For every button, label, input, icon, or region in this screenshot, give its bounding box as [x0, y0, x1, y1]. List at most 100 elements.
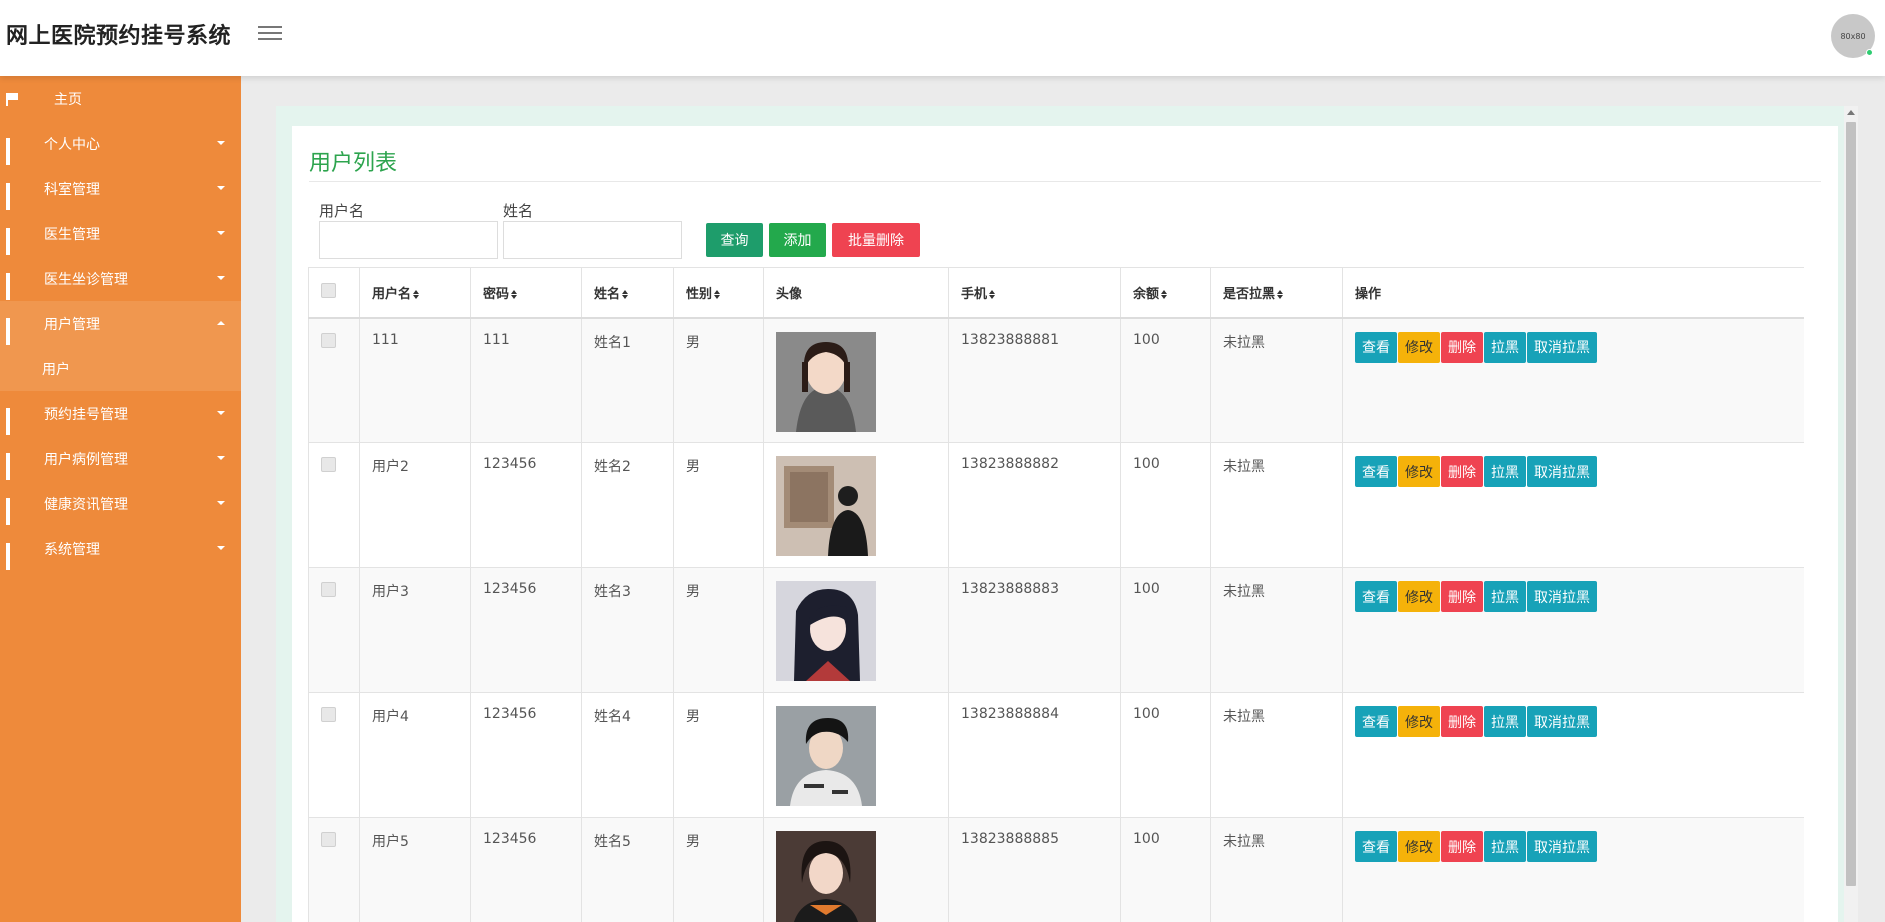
unblacklist-button[interactable]: 取消拉黑 — [1527, 706, 1597, 737]
cell-blacklisted: 未拉黑 — [1210, 567, 1343, 693]
row-checkbox[interactable] — [321, 332, 336, 348]
col-header-username[interactable]: 用户名 — [359, 267, 471, 319]
sidebar-item-department[interactable]: 科室管理 — [0, 166, 241, 211]
delete-button[interactable]: 删除 — [1441, 706, 1483, 737]
user-avatar[interactable]: 80x80 — [1831, 14, 1875, 58]
username-filter-label: 用户名 — [319, 202, 365, 220]
sort-icon — [511, 289, 518, 299]
cell-avatar — [763, 692, 949, 818]
sidebar: 主页 个人中心 科室管理 医生管理 医生坐诊管理 用户管理 用户 预约挂号管理 … — [0, 76, 241, 922]
action-group: 查看 修改 删除 拉黑 取消拉黑 — [1355, 331, 1804, 363]
cell-username: 用户3 — [359, 567, 471, 693]
sort-icon — [714, 289, 721, 299]
batch-delete-button[interactable]: 批量删除 — [832, 223, 920, 257]
flag-icon — [6, 92, 20, 106]
blacklist-button[interactable]: 拉黑 — [1484, 706, 1526, 737]
view-button[interactable]: 查看 — [1355, 581, 1397, 612]
col-header-name[interactable]: 姓名 — [581, 267, 674, 319]
sidebar-item-label: 用户管理 — [44, 316, 100, 333]
col-header-label: 性别 — [686, 286, 713, 302]
cell-avatar — [763, 317, 949, 443]
cell-balance: 100 — [1120, 817, 1211, 922]
select-all-checkbox[interactable] — [321, 282, 336, 298]
sort-icon — [1161, 289, 1168, 299]
table-row: 用户3 123456 姓名3 男 13823888883 100 未拉黑 查看 … — [308, 567, 1804, 693]
cell-phone: 13823888884 — [948, 692, 1121, 818]
grid-icon — [6, 182, 20, 210]
unblacklist-button[interactable]: 取消拉黑 — [1527, 831, 1597, 862]
delete-button[interactable]: 删除 — [1441, 581, 1483, 612]
delete-button[interactable]: 删除 — [1441, 331, 1483, 363]
scroll-up-arrow-icon[interactable] — [1847, 110, 1855, 115]
cell-password: 111 — [470, 317, 582, 443]
row-checkbox[interactable] — [321, 707, 336, 722]
sidebar-item-health-news[interactable]: 健康资讯管理 — [0, 481, 241, 526]
col-header-balance[interactable]: 余额 — [1120, 267, 1211, 319]
blacklist-button[interactable]: 拉黑 — [1484, 456, 1526, 487]
vertical-scrollbar[interactable] — [1844, 106, 1858, 922]
action-group: 查看 修改 删除 拉黑 取消拉黑 — [1355, 831, 1804, 862]
blacklist-button[interactable]: 拉黑 — [1484, 331, 1526, 363]
blacklist-button[interactable]: 拉黑 — [1484, 831, 1526, 862]
sidebar-subitem-user[interactable]: 用户 — [0, 346, 241, 391]
name-filter-input[interactable] — [503, 221, 682, 259]
query-button[interactable]: 查询 — [706, 223, 763, 257]
cell-balance: 100 — [1120, 442, 1211, 568]
sidebar-item-doctor[interactable]: 医生管理 — [0, 211, 241, 256]
cell-gender: 男 — [673, 692, 764, 818]
edit-button[interactable]: 修改 — [1398, 456, 1440, 487]
sidebar-item-personal-center[interactable]: 个人中心 — [0, 121, 241, 166]
scrollbar-thumb[interactable] — [1846, 122, 1856, 886]
view-button[interactable]: 查看 — [1355, 331, 1397, 363]
view-button[interactable]: 查看 — [1355, 456, 1397, 487]
sidebar-item-user-management[interactable]: 用户管理 — [0, 301, 241, 346]
sidebar-item-label: 医生管理 — [44, 226, 100, 243]
delete-button[interactable]: 删除 — [1441, 831, 1483, 862]
unblacklist-button[interactable]: 取消拉黑 — [1527, 581, 1597, 612]
col-header-label: 姓名 — [594, 286, 621, 302]
col-header-gender[interactable]: 性别 — [673, 267, 764, 319]
grid-icon — [6, 317, 20, 345]
cell-name: 姓名5 — [581, 817, 674, 922]
col-header-label: 用户名 — [372, 286, 412, 302]
username-filter-input[interactable] — [319, 221, 498, 259]
cell-actions: 查看 修改 删除 拉黑 取消拉黑 — [1342, 692, 1804, 818]
row-checkbox[interactable] — [321, 832, 336, 847]
edit-button[interactable]: 修改 — [1398, 331, 1440, 363]
caret-down-icon — [217, 141, 225, 145]
col-header-blacklisted[interactable]: 是否拉黑 — [1210, 267, 1343, 319]
view-button[interactable]: 查看 — [1355, 831, 1397, 862]
menu-toggle-icon[interactable] — [258, 22, 282, 46]
sidebar-item-system[interactable]: 系统管理 — [0, 526, 241, 571]
view-button[interactable]: 查看 — [1355, 706, 1397, 737]
sidebar-item-home[interactable]: 主页 — [0, 76, 241, 121]
sort-icon — [413, 289, 420, 299]
row-select-cell — [308, 817, 360, 922]
delete-button[interactable]: 删除 — [1441, 456, 1483, 487]
row-checkbox[interactable] — [321, 582, 336, 597]
sidebar-item-doctor-schedule[interactable]: 医生坐诊管理 — [0, 256, 241, 301]
grid-icon — [6, 452, 20, 480]
cell-balance: 100 — [1120, 317, 1211, 443]
add-button[interactable]: 添加 — [769, 223, 826, 257]
sidebar-item-label: 主页 — [54, 91, 82, 108]
edit-button[interactable]: 修改 — [1398, 706, 1440, 737]
cell-actions: 查看 修改 删除 拉黑 取消拉黑 — [1342, 442, 1804, 568]
unblacklist-button[interactable]: 取消拉黑 — [1527, 456, 1597, 487]
sidebar-item-label: 用户病例管理 — [44, 451, 128, 468]
title-divider — [309, 181, 1821, 182]
edit-button[interactable]: 修改 — [1398, 831, 1440, 862]
edit-button[interactable]: 修改 — [1398, 581, 1440, 612]
unblacklist-button[interactable]: 取消拉黑 — [1527, 331, 1597, 363]
col-header-password[interactable]: 密码 — [470, 267, 582, 319]
col-header-phone[interactable]: 手机 — [948, 267, 1121, 319]
blacklist-button[interactable]: 拉黑 — [1484, 581, 1526, 612]
sidebar-item-medical-record[interactable]: 用户病例管理 — [0, 436, 241, 481]
action-group: 查看 修改 删除 拉黑 取消拉黑 — [1355, 456, 1804, 487]
cell-password: 123456 — [470, 442, 582, 568]
cell-actions: 查看 修改 删除 拉黑 取消拉黑 — [1342, 817, 1804, 922]
col-header-label: 操作 — [1355, 286, 1382, 302]
sidebar-item-label: 系统管理 — [44, 541, 100, 558]
sidebar-item-appointment[interactable]: 预约挂号管理 — [0, 391, 241, 436]
row-checkbox[interactable] — [321, 457, 336, 472]
